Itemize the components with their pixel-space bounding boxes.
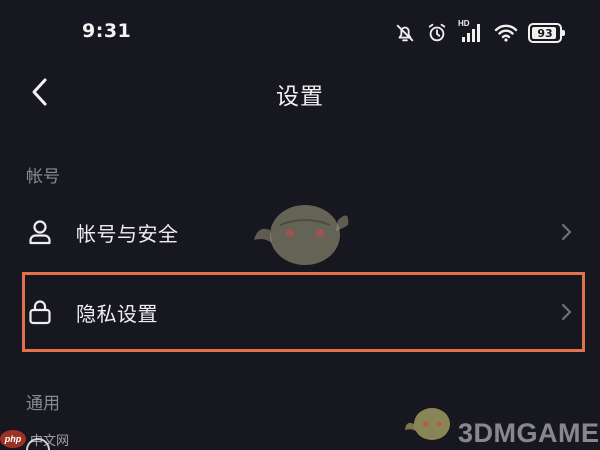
battery-icon: 93	[528, 23, 565, 43]
section-label-account: 帐号	[26, 167, 60, 187]
mascot-small-watermark-icon	[405, 408, 450, 440]
php-logo: php	[0, 430, 26, 448]
chevron-right-icon	[561, 223, 572, 241]
status-bar: 9:31 HD 93	[0, 0, 600, 66]
person-icon	[24, 216, 56, 248]
lock-icon	[24, 296, 56, 328]
settings-item-label: 隐私设置	[76, 302, 158, 326]
php-watermark: php 中文网	[0, 428, 80, 450]
battery-level: 93	[537, 26, 553, 40]
alarm-clock-icon	[428, 23, 446, 42]
header: 设置	[0, 66, 600, 118]
settings-screen: 9:31 HD 93 设置 帐号 帐号与安全 隐私设置 通用 3DMGAME p…	[0, 0, 600, 450]
settings-item-privacy[interactable]: 隐私设置	[0, 276, 600, 348]
mute-bell-icon	[396, 24, 414, 42]
settings-item-label: 帐号与安全	[76, 222, 179, 246]
mascot-watermark-icon	[254, 205, 349, 265]
status-time: 9:31	[82, 20, 132, 42]
status-icons: HD 93	[394, 18, 565, 48]
page-title: 设置	[276, 84, 324, 110]
php-watermark-text: 中文网	[30, 433, 70, 449]
chevron-right-icon	[561, 303, 572, 321]
section-label-general: 通用	[26, 394, 60, 414]
wifi-icon	[494, 24, 518, 42]
brand-watermark: 3DMGAME	[458, 418, 600, 448]
signal-icon: HD	[458, 19, 484, 45]
